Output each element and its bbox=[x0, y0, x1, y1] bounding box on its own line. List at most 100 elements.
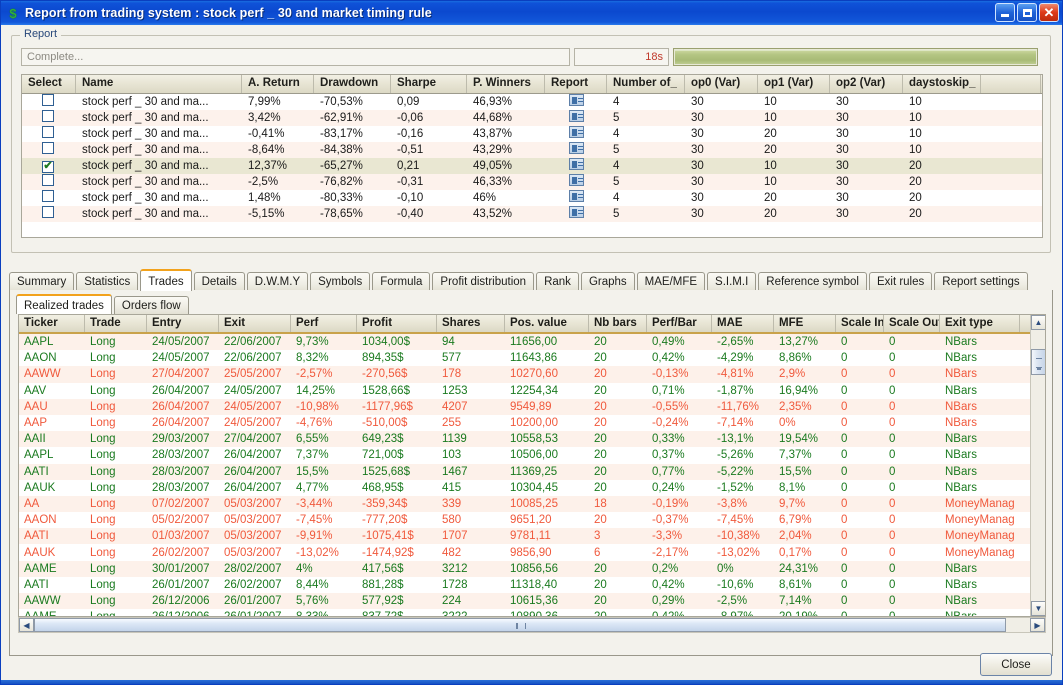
tab-graphs[interactable]: Graphs bbox=[581, 272, 635, 291]
row-checkbox[interactable]: ✔ bbox=[42, 161, 54, 173]
trades-column-header[interactable]: Ticker bbox=[19, 315, 85, 332]
tab-s-i-m-i[interactable]: S.I.M.I bbox=[707, 272, 756, 291]
tab-exit-rules[interactable]: Exit rules bbox=[869, 272, 932, 291]
results-column-header[interactable]: Drawdown bbox=[314, 75, 391, 93]
select-cell[interactable] bbox=[22, 94, 76, 110]
results-column-header[interactable]: A. Return bbox=[242, 75, 314, 93]
trade-row[interactable]: AAUKLong28/03/200726/04/20074,77%468,95$… bbox=[19, 480, 1045, 496]
subtab-realized-trades[interactable]: Realized trades bbox=[16, 294, 112, 314]
trade-row[interactable]: AAPLLong24/05/200722/06/20079,73%1034,00… bbox=[19, 334, 1045, 350]
results-row[interactable]: stock perf _ 30 and ma...-2,5%-76,82%-0,… bbox=[22, 174, 1042, 190]
results-column-header[interactable]: op1 (Var) bbox=[758, 75, 830, 93]
report-icon[interactable] bbox=[569, 110, 584, 122]
trades-column-header[interactable]: Exit bbox=[219, 315, 291, 332]
horizontal-scroll-track[interactable] bbox=[34, 618, 1030, 632]
report-icon[interactable] bbox=[569, 142, 584, 154]
report-icon[interactable] bbox=[569, 158, 584, 170]
tab-rank[interactable]: Rank bbox=[536, 272, 579, 291]
trades-grid-body[interactable]: AAPLLong24/05/200722/06/20079,73%1034,00… bbox=[19, 334, 1045, 617]
results-row[interactable]: stock perf _ 30 and ma...-8,64%-84,38%-0… bbox=[22, 142, 1042, 158]
row-checkbox[interactable] bbox=[42, 110, 54, 122]
results-column-header[interactable]: Sharpe bbox=[391, 75, 467, 93]
tab-symbols[interactable]: Symbols bbox=[310, 272, 370, 291]
trades-grid[interactable]: TickerTradeEntryExitPerfProfitSharesPos.… bbox=[18, 314, 1046, 617]
tab-formula[interactable]: Formula bbox=[372, 272, 430, 291]
trade-row[interactable]: AAWWLong27/04/200725/05/2007-2,57%-270,5… bbox=[19, 366, 1045, 382]
trade-row[interactable]: AAIILong29/03/200727/04/20076,55%649,23$… bbox=[19, 431, 1045, 447]
results-row[interactable]: stock perf _ 30 and ma...-5,15%-78,65%-0… bbox=[22, 206, 1042, 222]
trade-row[interactable]: AATILong01/03/200705/03/2007-9,91%-1075,… bbox=[19, 528, 1045, 544]
vertical-scroll-thumb[interactable] bbox=[1031, 349, 1046, 375]
trade-row[interactable]: AAWWLong26/12/200626/01/20075,76%577,92$… bbox=[19, 593, 1045, 609]
row-checkbox[interactable] bbox=[42, 174, 54, 186]
results-row[interactable]: stock perf _ 30 and ma...-0,41%-83,17%-0… bbox=[22, 126, 1042, 142]
results-column-header[interactable]: Report bbox=[545, 75, 607, 93]
select-cell[interactable] bbox=[22, 126, 76, 142]
trades-column-header[interactable]: Scale In bbox=[836, 315, 884, 332]
report-cell[interactable] bbox=[545, 206, 607, 222]
tab-report-settings[interactable]: Report settings bbox=[934, 272, 1027, 291]
results-column-header[interactable]: Number of_ bbox=[607, 75, 685, 93]
results-grid-body[interactable]: stock perf _ 30 and ma...7,99%-70,53%0,0… bbox=[22, 94, 1042, 222]
select-cell[interactable] bbox=[22, 174, 76, 190]
trade-row[interactable]: AAONLong24/05/200722/06/20078,32%894,35$… bbox=[19, 350, 1045, 366]
results-row[interactable]: ✔stock perf _ 30 and ma...12,37%-65,27%0… bbox=[22, 158, 1042, 174]
results-column-header[interactable]: Select bbox=[22, 75, 76, 93]
row-checkbox[interactable] bbox=[42, 206, 54, 218]
scroll-down-button[interactable]: ▼ bbox=[1031, 601, 1046, 616]
results-row[interactable]: stock perf _ 30 and ma...7,99%-70,53%0,0… bbox=[22, 94, 1042, 110]
row-checkbox[interactable] bbox=[42, 94, 54, 106]
results-column-header[interactable]: Name bbox=[76, 75, 242, 93]
trades-vertical-scrollbar[interactable]: ▲ ▼ bbox=[1030, 315, 1045, 616]
tab-details[interactable]: Details bbox=[194, 272, 245, 291]
trades-subtabstrip[interactable]: Realized tradesOrders flow bbox=[16, 294, 189, 314]
results-column-header[interactable]: op0 (Var) bbox=[685, 75, 758, 93]
close-window-button[interactable]: ✕ bbox=[1039, 3, 1059, 22]
trade-row[interactable]: AAPLLong28/03/200726/04/20077,37%721,00$… bbox=[19, 447, 1045, 463]
close-button[interactable]: Close bbox=[980, 653, 1052, 676]
results-column-header[interactable]: P. Winners bbox=[467, 75, 545, 93]
trade-row[interactable]: AATILong28/03/200726/04/200715,5%1525,68… bbox=[19, 464, 1045, 480]
row-checkbox[interactable] bbox=[42, 190, 54, 202]
trade-row[interactable]: AAONLong05/02/200705/03/2007-7,45%-777,2… bbox=[19, 512, 1045, 528]
report-icon[interactable] bbox=[569, 190, 584, 202]
select-cell[interactable] bbox=[22, 110, 76, 126]
report-cell[interactable] bbox=[545, 142, 607, 158]
results-row[interactable]: stock perf _ 30 and ma...3,42%-62,91%-0,… bbox=[22, 110, 1042, 126]
select-cell[interactable] bbox=[22, 206, 76, 222]
minimize-button[interactable] bbox=[995, 3, 1015, 22]
trades-column-header[interactable]: MFE bbox=[774, 315, 836, 332]
report-cell[interactable] bbox=[545, 126, 607, 142]
trades-column-header[interactable]: Trade bbox=[85, 315, 147, 332]
select-cell[interactable] bbox=[22, 142, 76, 158]
scroll-left-button[interactable]: ◀ bbox=[19, 618, 34, 632]
trade-row[interactable]: AATILong26/01/200726/02/20078,44%881,28$… bbox=[19, 577, 1045, 593]
results-column-header[interactable]: daystoskip_ bbox=[903, 75, 981, 93]
report-cell[interactable] bbox=[545, 190, 607, 206]
trades-column-header[interactable]: Entry bbox=[147, 315, 219, 332]
trades-horizontal-scrollbar[interactable]: ◀ ▶ bbox=[18, 617, 1046, 633]
trade-row[interactable]: AAULong26/04/200724/05/2007-10,98%-1177,… bbox=[19, 399, 1045, 415]
results-row[interactable]: stock perf _ 30 and ma...1,48%-80,33%-0,… bbox=[22, 190, 1042, 206]
trades-column-header[interactable]: Perf bbox=[291, 315, 357, 332]
report-cell[interactable] bbox=[545, 158, 607, 174]
trade-row[interactable]: AAVLong26/04/200724/05/200714,25%1528,66… bbox=[19, 383, 1045, 399]
trade-row[interactable]: AAPLong26/04/200724/05/2007-4,76%-510,00… bbox=[19, 415, 1045, 431]
tab-trades[interactable]: Trades bbox=[140, 269, 191, 291]
report-icon[interactable] bbox=[569, 174, 584, 186]
trades-column-header[interactable]: Perf/Bar bbox=[647, 315, 712, 332]
trade-row[interactable]: AAMELong30/01/200728/02/20074%417,56$321… bbox=[19, 561, 1045, 577]
trade-row[interactable]: AAMELong26/12/200626/01/20078,33%837,72$… bbox=[19, 609, 1045, 617]
tab-d-w-m-y[interactable]: D.W.M.Y bbox=[247, 272, 308, 291]
results-column-header[interactable] bbox=[981, 75, 1041, 93]
tab-mae-mfe[interactable]: MAE/MFE bbox=[637, 272, 705, 291]
tab-statistics[interactable]: Statistics bbox=[76, 272, 138, 291]
trades-column-header[interactable]: Pos. value bbox=[505, 315, 589, 332]
trade-row[interactable]: AALong07/02/200705/03/2007-3,44%-359,34$… bbox=[19, 496, 1045, 512]
trades-column-header[interactable]: Scale Out bbox=[884, 315, 940, 332]
row-checkbox[interactable] bbox=[42, 142, 54, 154]
trades-column-header[interactable]: Shares bbox=[437, 315, 505, 332]
scroll-right-button[interactable]: ▶ bbox=[1030, 618, 1045, 632]
row-checkbox[interactable] bbox=[42, 126, 54, 138]
subtab-orders-flow[interactable]: Orders flow bbox=[114, 296, 189, 314]
